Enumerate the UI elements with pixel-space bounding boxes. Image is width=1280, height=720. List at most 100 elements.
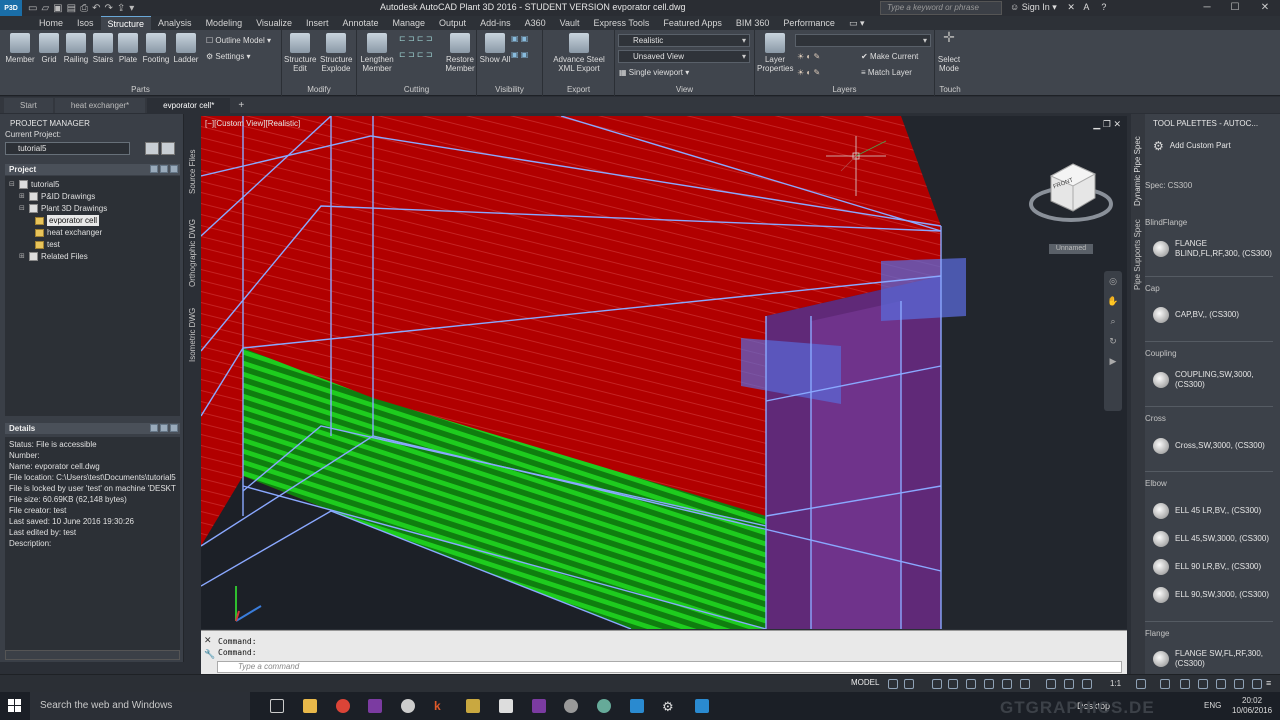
quick-properties-icon[interactable] <box>1198 679 1208 689</box>
collapse-icon[interactable]: ⊟ <box>9 179 16 190</box>
drawing-viewport[interactable]: FRONT [−][Custom View][Realistic] ▁ ❐ ✕ … <box>201 116 1127 629</box>
qat-dropdown-icon[interactable]: ▾ <box>129 3 134 14</box>
undo-icon[interactable]: ↶ <box>92 3 100 14</box>
add-custom-part-button[interactable]: ⚙ Add Custom Part <box>1153 140 1273 152</box>
app-icon[interactable] <box>401 699 415 713</box>
redo-icon[interactable]: ↷ <box>104 3 112 14</box>
outline-model-button[interactable]: ☐ Outline Model ▾ <box>206 36 271 45</box>
hardware-acceleration-icon[interactable] <box>1234 679 1244 689</box>
tree-item-pid-drawings[interactable]: ⊞ P&ID Drawings <box>19 191 95 202</box>
pan-icon[interactable]: ✋ <box>1104 291 1122 311</box>
windows-start-icon[interactable] <box>8 699 22 713</box>
app-icon[interactable] <box>695 699 709 713</box>
section-option-icon[interactable] <box>160 165 168 173</box>
details-horizontal-scrollbar[interactable] <box>5 650 180 660</box>
section-option-icon[interactable] <box>170 424 178 432</box>
workspace-switch-icon[interactable] <box>1136 679 1146 689</box>
show-all-button[interactable]: Show All <box>479 33 511 64</box>
a360-icon[interactable]: A <box>1083 2 1089 12</box>
member-button[interactable]: Member <box>4 33 36 64</box>
taskbar-search-box[interactable]: Search the web and Windows <box>30 692 250 720</box>
object-snap-icon[interactable] <box>1002 679 1012 689</box>
command-settings-icon[interactable]: 🔧 <box>204 649 215 660</box>
settings-button[interactable]: ⚙ Settings ▾ <box>206 52 251 61</box>
named-view-select[interactable]: Unsaved View <box>618 50 750 63</box>
project-refresh-icon[interactable] <box>161 142 175 155</box>
ribbon-options-icon[interactable]: ▭ ▾ <box>842 16 872 30</box>
palette-item-cross[interactable]: Cross,SW,3000, (CS300) <box>1153 438 1273 454</box>
doc-tab-evporator-cell[interactable]: evporator cell* <box>147 98 231 113</box>
tab-modeling[interactable]: Modeling <box>199 16 250 30</box>
select-mode-button[interactable]: ✛ Select Mode <box>935 30 963 73</box>
new-tab-icon[interactable]: + <box>232 98 250 113</box>
visibility-tools-icon-2[interactable]: ▣ ▣ <box>511 50 528 59</box>
tab-isos[interactable]: Isos <box>70 16 101 30</box>
viewport-config-button[interactable]: ▦ Single viewport ▾ <box>619 68 689 77</box>
tree-item-heat-exchanger[interactable]: heat exchanger <box>35 227 102 238</box>
input-language[interactable]: ENG <box>1204 701 1221 710</box>
autocad-plant3d-icon[interactable] <box>630 699 644 713</box>
taskbar-clock[interactable]: 20:02 10/06/2016 <box>1232 696 1272 716</box>
showmotion-icon[interactable]: ▶ <box>1104 351 1122 371</box>
palette-item-flange-blind[interactable]: FLANGE BLIND,FL,RF,300, (CS300) <box>1153 239 1273 259</box>
palette-tab-dynamic-pipe-spec[interactable]: Dynamic Pipe Spec <box>1133 136 1142 206</box>
lineweight-icon[interactable] <box>1020 679 1030 689</box>
polar-tracking-icon[interactable] <box>948 679 958 689</box>
restore-member-button[interactable]: Restore Member <box>443 33 477 73</box>
ladder-button[interactable]: Ladder <box>170 33 202 64</box>
footing-button[interactable]: Footing <box>140 33 172 64</box>
app-icon[interactable] <box>597 699 611 713</box>
close-icon[interactable]: ✕ <box>1252 0 1278 16</box>
file-explorer-icon[interactable] <box>303 699 317 713</box>
palette-item-coupling[interactable]: COUPLING,SW,3000, (CS300) <box>1153 370 1273 390</box>
save-icon[interactable]: ▣ <box>53 3 62 14</box>
settings-gear-icon[interactable]: ⚙ <box>662 699 676 714</box>
match-layer-button[interactable]: ≡ Match Layer <box>861 68 912 77</box>
task-view-icon[interactable] <box>270 699 284 713</box>
print-icon[interactable]: ⎙ <box>80 3 88 14</box>
tab-a360[interactable]: A360 <box>518 16 553 30</box>
tab-express-tools[interactable]: Express Tools <box>586 16 656 30</box>
snap-mode-icon[interactable] <box>904 679 914 689</box>
side-tab-orthographic-dwg[interactable]: Orthographic DWG <box>188 219 197 287</box>
viewport-controls-label[interactable]: [−][Custom View][Realistic] <box>205 119 300 128</box>
help-search-input[interactable]: Type a keyword or phrase <box>880 1 1002 15</box>
palette-item-ell90-sw[interactable]: ELL 90,SW,3000, (CS300) <box>1153 587 1273 603</box>
annotation-scale[interactable]: 1:1 <box>1110 679 1121 688</box>
new-file-icon[interactable]: ▭ <box>28 3 37 14</box>
layer-properties-button[interactable]: Layer Properties <box>757 33 793 73</box>
section-option-icon[interactable] <box>150 165 158 173</box>
model-space-button[interactable]: MODEL <box>851 678 879 687</box>
expand-icon[interactable]: ⊞ <box>19 251 26 262</box>
exchange-icon[interactable]: ✕ <box>1067 2 1075 12</box>
layer-select[interactable] <box>795 34 931 47</box>
side-tab-isometric-dwg[interactable]: Isometric DWG <box>188 308 197 362</box>
project-setup-icon[interactable] <box>145 142 159 155</box>
nav-wheel-icon[interactable]: ◎ <box>1104 271 1122 291</box>
units-icon[interactable] <box>1180 679 1190 689</box>
visibility-tools-icon[interactable]: ▣ ▣ <box>511 34 528 43</box>
collapse-icon[interactable]: ⊟ <box>19 203 26 214</box>
help-icon[interactable]: ? <box>1101 2 1106 12</box>
palette-item-ell45-sw[interactable]: ELL 45,SW,3000, (CS300) <box>1153 531 1273 547</box>
tab-structure[interactable]: Structure <box>100 16 152 30</box>
structure-edit-button[interactable]: Structure Edit <box>284 33 316 73</box>
palette-tab-pipe-supports-spec[interactable]: Pipe Supports Spec <box>1133 219 1142 290</box>
section-option-icon[interactable] <box>160 424 168 432</box>
tree-item-evporator-cell[interactable]: evporator cell <box>35 215 100 226</box>
zoom-icon[interactable]: ⌕ <box>1104 311 1122 331</box>
tree-item-test[interactable]: test <box>35 239 60 250</box>
section-option-icon[interactable] <box>150 424 158 432</box>
side-tab-source-files[interactable]: Source Files <box>188 150 197 194</box>
tab-featured-apps[interactable]: Featured Apps <box>656 16 729 30</box>
cutting-tools-icon-2[interactable]: ⊏ ⊐ ⊏ ⊐ <box>399 50 432 59</box>
orbit-icon[interactable]: ↻ <box>1104 331 1122 351</box>
wcs-menu-label[interactable]: Unnamed <box>1049 244 1093 254</box>
make-current-button[interactable]: ✔ Make Current <box>861 52 918 61</box>
isodraft-icon[interactable] <box>966 679 976 689</box>
tab-manage[interactable]: Manage <box>386 16 433 30</box>
tab-home[interactable]: Home <box>32 16 70 30</box>
isolate-objects-icon[interactable] <box>1216 679 1226 689</box>
tab-analysis[interactable]: Analysis <box>151 16 199 30</box>
save-as-icon[interactable]: ▤ <box>67 3 76 14</box>
